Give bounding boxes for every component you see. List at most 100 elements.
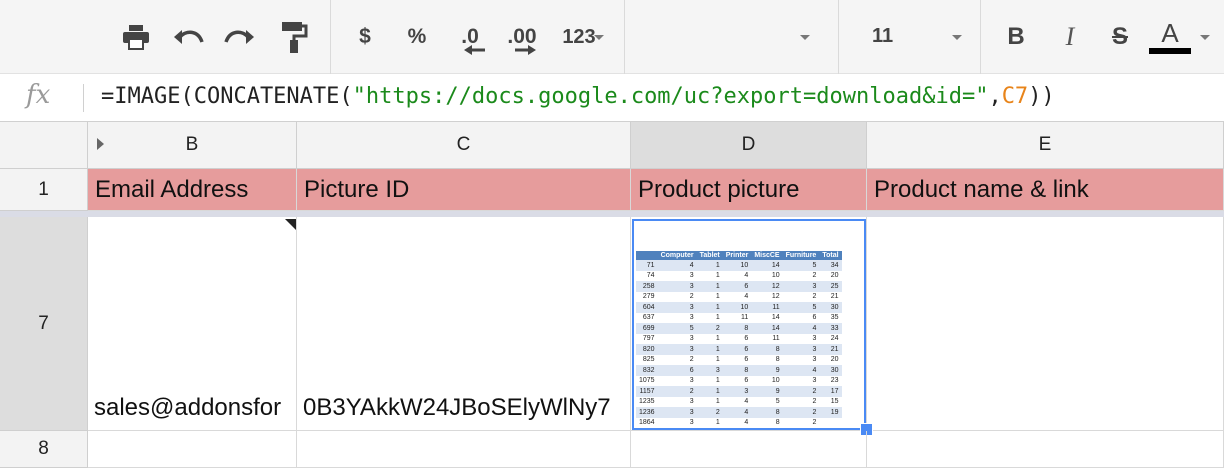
paint-format-icon[interactable] xyxy=(276,18,312,56)
email-value: sales@addonsfor xyxy=(94,394,282,421)
image-table-cell: 10 xyxy=(751,270,783,281)
font-family-select[interactable] xyxy=(626,18,836,56)
image-table-cell: 5 xyxy=(657,323,697,334)
column-header-e[interactable]: E xyxy=(867,122,1224,169)
cell-c1[interactable]: Picture ID xyxy=(297,169,631,211)
image-table-cell: 4 xyxy=(722,291,752,302)
undo-icon[interactable] xyxy=(170,18,206,56)
cell-e7[interactable] xyxy=(867,217,1224,431)
cell-e8[interactable] xyxy=(867,431,1224,468)
image-table-cell: 3 xyxy=(657,333,697,344)
column-header-d[interactable]: D xyxy=(631,122,867,169)
image-table-cell: 6 xyxy=(722,281,752,292)
cell-e1[interactable]: Product name & link xyxy=(867,169,1224,211)
image-table-cell: 8 xyxy=(751,407,783,418)
text-color-button[interactable]: A xyxy=(1148,18,1192,56)
image-table-cell: 637 xyxy=(636,312,658,323)
cell-b8[interactable] xyxy=(88,431,297,468)
image-table-row: 71 4 1 10 14 5 34 xyxy=(636,260,842,271)
column-header-b[interactable]: B xyxy=(88,122,297,169)
column-label-d: D xyxy=(741,134,756,155)
header-email-address: Email Address xyxy=(95,175,249,203)
image-table-row: 820 3 1 6 8 3 21 xyxy=(636,344,842,355)
image-table-cell: 30 xyxy=(819,302,842,313)
decrease-decimals-button[interactable]: .0 xyxy=(450,18,490,56)
image-table-cell: 3 xyxy=(657,312,697,323)
image-table-cell: 1 xyxy=(696,396,723,407)
image-table-cell: 1 xyxy=(696,354,723,365)
image-table-cell: 5 xyxy=(751,396,783,407)
increase-decimals-button[interactable]: .00 xyxy=(500,18,544,56)
image-table-cell: 6 xyxy=(722,375,752,386)
currency-label: $ xyxy=(359,25,371,48)
image-table-cell: 3 xyxy=(657,396,697,407)
cell-b7[interactable]: sales@addonsfor xyxy=(88,217,297,431)
image-table-header xyxy=(636,251,658,260)
image-table-cell: 6 xyxy=(722,344,752,355)
image-table-cell: 4 xyxy=(657,260,697,271)
image-table-cell: 11 xyxy=(722,312,752,323)
image-table-row: 604 3 1 10 11 5 30 xyxy=(636,302,842,313)
image-table-cell: 3 xyxy=(657,407,697,418)
formula-input[interactable]: =IMAGE(CONCATENATE("https://docs.google.… xyxy=(101,84,1055,109)
cell-b1[interactable]: Email Address xyxy=(88,169,297,211)
image-table-cell: 1 xyxy=(696,344,723,355)
expand-columns-icon[interactable] xyxy=(95,136,105,152)
image-table-row: 1236 3 2 4 8 2 19 xyxy=(636,407,842,418)
toolbar: $ % .0 .00 123 11 B I S A xyxy=(0,0,1224,74)
strikethrough-button[interactable]: S xyxy=(1102,18,1138,56)
image-table-cell: 1 xyxy=(696,312,723,323)
italic-button[interactable]: I xyxy=(1052,18,1088,56)
image-table-cell: 3 xyxy=(782,344,820,355)
currency-format-button[interactable]: $ xyxy=(350,18,380,56)
more-formats-button[interactable]: 123 xyxy=(548,18,610,56)
image-table-cell: 820 xyxy=(636,344,658,355)
image-table-cell: 3 xyxy=(782,354,820,365)
chevron-down-icon[interactable] xyxy=(1200,35,1210,40)
product-picture-image[interactable]: Computer Tablet Printer MiscCE Furniture Tota… xyxy=(632,219,866,430)
image-table-row: 797 3 1 6 11 3 24 xyxy=(636,333,842,344)
image-table-cell: 2 xyxy=(782,291,820,302)
image-table-cell: 1236 xyxy=(636,407,658,418)
image-table-row: 74 3 1 4 10 2 20 xyxy=(636,270,842,281)
cell-d8[interactable] xyxy=(631,431,867,468)
image-table-cell: 23 xyxy=(819,375,842,386)
redo-icon[interactable] xyxy=(222,18,258,56)
image-table-cell: 1 xyxy=(696,375,723,386)
row-header-7[interactable]: 7 xyxy=(0,217,88,431)
image-table-cell: 11 xyxy=(751,302,783,313)
image-table-cell: 8 xyxy=(751,417,783,428)
font-size-select[interactable]: 11 xyxy=(840,18,978,56)
image-table-cell: 258 xyxy=(636,281,658,292)
image-table-cell: 3 xyxy=(782,375,820,386)
image-table-row: 637 3 1 11 14 6 35 xyxy=(636,312,842,323)
image-table-cell: 1157 xyxy=(636,386,658,397)
image-table-row: 279 2 1 4 12 2 21 xyxy=(636,291,842,302)
image-table-row: 825 2 1 6 8 3 20 xyxy=(636,354,842,365)
bold-button[interactable]: B xyxy=(998,18,1034,56)
cell-c8[interactable] xyxy=(297,431,631,468)
image-table-cell: 9 xyxy=(751,365,783,376)
picture-id-value: 0B3YAkkW24JBoSElyWlNy7 xyxy=(303,394,611,421)
image-table-cell: 14 xyxy=(751,312,783,323)
image-table-cell: 825 xyxy=(636,354,658,365)
image-table-header: MiscCE xyxy=(751,251,783,260)
image-table-cell: 4 xyxy=(722,407,752,418)
row-header-1[interactable]: 1 xyxy=(0,169,88,211)
column-label-e: E xyxy=(1038,134,1052,155)
percent-format-button[interactable]: % xyxy=(402,18,432,56)
column-header-c[interactable]: C xyxy=(297,122,631,169)
image-table-cell: 5 xyxy=(782,260,820,271)
image-table-cell: 3 xyxy=(657,344,697,355)
row-header-8[interactable]: 8 xyxy=(0,431,88,468)
image-table-cell: 17 xyxy=(819,386,842,397)
row-label-7: 7 xyxy=(38,312,49,334)
note-indicator[interactable] xyxy=(285,219,296,230)
image-table-cell: 3 xyxy=(657,270,697,281)
print-icon[interactable] xyxy=(118,18,154,56)
cell-c7[interactable]: 0B3YAkkW24JBoSElyWlNy7 xyxy=(297,217,631,431)
select-all-corner[interactable] xyxy=(0,122,88,169)
image-table-cell: 1235 xyxy=(636,396,658,407)
cell-d1[interactable]: Product picture xyxy=(631,169,867,211)
row-label-8: 8 xyxy=(38,438,49,459)
